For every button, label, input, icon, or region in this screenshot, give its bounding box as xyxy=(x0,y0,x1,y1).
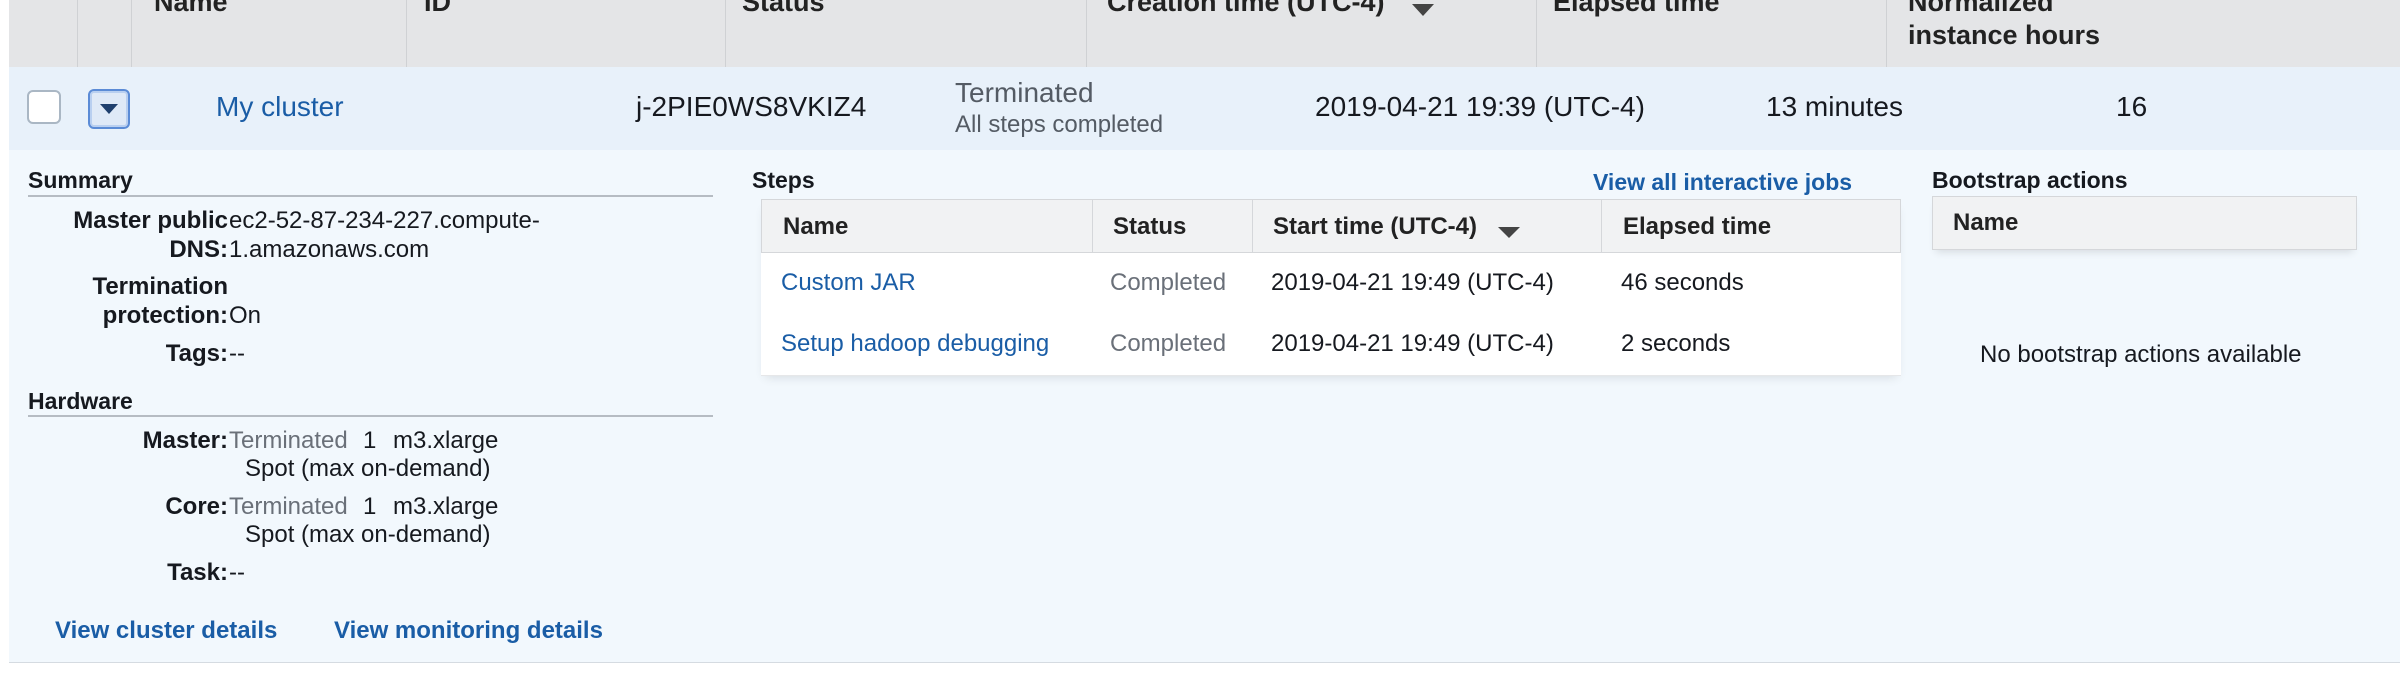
step-name-link[interactable]: Custom JAR xyxy=(781,269,916,297)
sort-descending-icon xyxy=(1412,4,1434,16)
step-start-time: 2019-04-21 19:49 (UTC-4) xyxy=(1271,269,1554,296)
steps-col-divider xyxy=(1252,200,1253,254)
master-count: 1 xyxy=(363,427,377,454)
view-monitoring-details-link[interactable]: View monitoring details xyxy=(334,617,603,645)
header-normalized-hours-label-2: instance hours xyxy=(1908,20,2101,50)
task-label: Task: xyxy=(167,559,228,586)
summary-title: Summary xyxy=(28,167,133,193)
cluster-select-checkbox[interactable] xyxy=(27,90,61,124)
steps-col-elapsed-time[interactable]: Elapsed time xyxy=(1623,213,1771,241)
header-name[interactable]: Name xyxy=(131,0,406,67)
chevron-down-icon xyxy=(100,104,118,114)
hardware-divider xyxy=(28,415,713,417)
header-creation-time-label: Creation time (UTC-4) xyxy=(1107,0,1385,17)
step-name-link[interactable]: Setup hadoop debugging xyxy=(781,330,1049,358)
step-status: Completed xyxy=(1110,269,1227,296)
master-state: Terminated xyxy=(229,427,348,454)
header-id-label: ID xyxy=(424,0,451,17)
tags-value: -- xyxy=(229,340,245,367)
master-dns-value-line1: ec2-52-87-234-227.compute- xyxy=(229,207,540,234)
hardware-title: Hardware xyxy=(28,388,133,414)
core-market: Spot (max on-demand) xyxy=(245,521,491,548)
master-dns-label-line2: DNS: xyxy=(169,236,228,263)
header-creation-time[interactable]: Creation time (UTC-4) xyxy=(1086,0,1536,67)
step-status: Completed xyxy=(1110,330,1227,357)
cluster-status: Terminated xyxy=(955,77,1094,108)
steps-col-divider xyxy=(1092,200,1093,254)
cluster-row[interactable]: My cluster j-2PIE0WS8VKIZ4 Terminated Al… xyxy=(9,67,2400,150)
steps-col-divider xyxy=(1601,200,1602,254)
master-dns-label-line1: Master public xyxy=(73,207,228,234)
master-instance-type: m3.xlarge xyxy=(393,427,499,454)
core-count: 1 xyxy=(363,493,377,520)
master-market: Spot (max on-demand) xyxy=(245,455,491,482)
step-row: Custom JAR Completed 2019-04-21 19:49 (U… xyxy=(761,253,1901,315)
termination-label: Termination protection: xyxy=(28,272,228,330)
cluster-expand-button[interactable] xyxy=(88,89,130,129)
header-expand-cell xyxy=(77,0,131,67)
steps-title: Steps xyxy=(752,167,815,193)
cluster-id: j-2PIE0WS8VKIZ4 xyxy=(636,91,867,122)
cluster-name-link[interactable]: My cluster xyxy=(216,91,344,123)
termination-label-line1: Termination xyxy=(92,273,228,300)
view-cluster-details-link[interactable]: View cluster details xyxy=(55,617,277,645)
view-interactive-jobs-link[interactable]: View all interactive jobs xyxy=(1593,169,1852,196)
steps-col-name[interactable]: Name xyxy=(783,213,848,241)
header-name-label: Name xyxy=(154,0,228,17)
master-dns-value: ec2-52-87-234-227.compute- 1.amazonaws.c… xyxy=(229,206,540,264)
steps-table: Name Status Start time (UTC-4) Elapsed t… xyxy=(761,199,1901,376)
task-value: -- xyxy=(229,559,245,586)
summary-divider xyxy=(28,195,713,197)
step-elapsed-time: 2 seconds xyxy=(1621,330,1731,357)
header-id[interactable]: ID xyxy=(406,0,725,67)
cluster-elapsed-time: 13 minutes xyxy=(1766,91,1903,122)
header-elapsed-time-label: Elapsed time xyxy=(1553,0,1720,17)
header-normalized-hours[interactable]: Normalized instance hours xyxy=(1886,0,2400,67)
header-normalized-hours-label-1: Normalized xyxy=(1908,0,2054,17)
bootstrap-col-name[interactable]: Name xyxy=(1953,209,2018,237)
bootstrap-table-header: Name xyxy=(1932,196,2357,250)
termination-label-line2: protection: xyxy=(102,302,228,329)
tags-label: Tags: xyxy=(165,340,228,367)
header-select-cell xyxy=(9,0,77,67)
cluster-detail-panel: Summary Master public DNS: ec2-52-87-234… xyxy=(9,150,2400,663)
cluster-normalized-hours: 16 xyxy=(2116,91,2148,122)
step-elapsed-time: 46 seconds xyxy=(1621,269,1744,296)
header-elapsed-time[interactable]: Elapsed time xyxy=(1536,0,1886,67)
header-status-label: Status xyxy=(742,0,825,17)
header-status[interactable]: Status xyxy=(725,0,1086,67)
sort-descending-icon xyxy=(1498,227,1520,238)
termination-value: On xyxy=(229,302,262,329)
cluster-table-header: Name ID Status Creation time (UTC-4) Ela… xyxy=(9,0,2400,68)
steps-col-status[interactable]: Status xyxy=(1113,213,1186,241)
step-row: Setup hadoop debugging Completed 2019-04… xyxy=(761,314,1901,376)
steps-table-header: Name Status Start time (UTC-4) Elapsed t… xyxy=(761,199,1901,254)
master-label: Master: xyxy=(142,427,228,454)
core-state: Terminated xyxy=(229,493,348,520)
master-dns-value-line2: 1.amazonaws.com xyxy=(229,236,430,263)
bootstrap-title: Bootstrap actions xyxy=(1932,167,2128,193)
cluster-status-detail: All steps completed xyxy=(955,111,1164,138)
bootstrap-empty-message: No bootstrap actions available xyxy=(1980,341,2302,368)
master-dns-label: Master public DNS: xyxy=(28,206,228,264)
step-start-time: 2019-04-21 19:49 (UTC-4) xyxy=(1271,330,1554,357)
core-instance-type: m3.xlarge xyxy=(393,493,499,520)
cluster-creation-time: 2019-04-21 19:39 (UTC-4) xyxy=(1315,91,1645,122)
steps-col-start-time[interactable]: Start time (UTC-4) xyxy=(1273,213,1477,241)
core-label: Core: xyxy=(165,493,228,520)
